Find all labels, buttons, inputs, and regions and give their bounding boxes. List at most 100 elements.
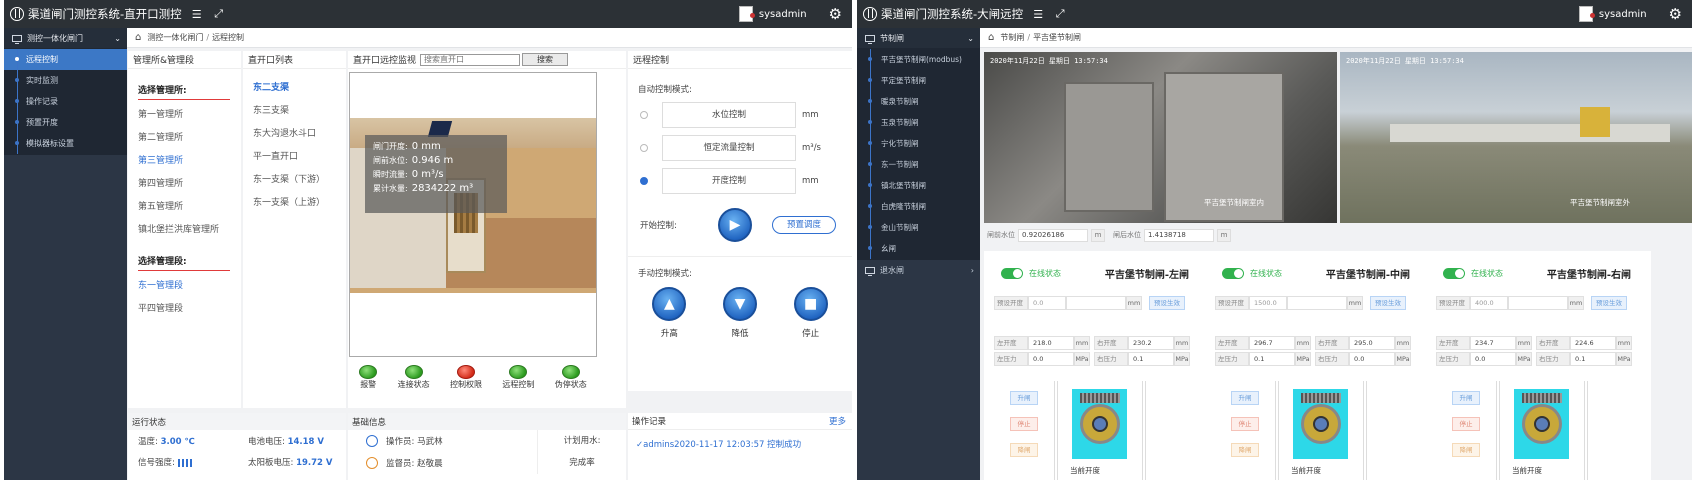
top-bar: 渠道闸门测控系统-大闸远控 ☰ ⤢ sysadmin ⚙ [857,0,1692,28]
supervisor-row: 监督员: 赵敬晨 [348,452,537,474]
preset-input[interactable] [1066,296,1126,310]
camera-indoor[interactable]: 2020年11月22日 星期日 13:57:34 平吉堡节制闸室内 [984,52,1337,223]
unit-label: mm [802,110,819,120]
mode-radio-level[interactable] [640,111,648,119]
sidebar-item-settings[interactable]: 模拟器标设置 [4,133,127,154]
camera-timestamp: 2020年11月22日 星期日 13:57:34 [1346,57,1464,65]
left-open-value: 234.7 [1470,336,1516,350]
lower-gate-button[interactable]: 降闸 [1010,443,1038,457]
camera-outdoor[interactable]: 2020年11月22日 星期日 13:57:34 平吉堡节制闸室外 [1340,52,1692,223]
management-segment-item[interactable]: 东一管理段 [128,275,241,298]
raise-gate-button[interactable]: 升闸 [1010,391,1038,405]
management-segment-item[interactable]: 平四管理段 [128,298,241,321]
sidebar-item-log[interactable]: 操作记录 [4,91,127,112]
stop-gate-button[interactable]: 停止 [1010,417,1038,431]
sidebar-group-drain[interactable]: 退水闸 › [857,260,980,280]
username[interactable]: sysadmin [1599,9,1647,20]
sidebar-item-gate[interactable]: 玉泉节制闸 [857,112,980,133]
sidebar-item-gate[interactable]: 白虎隆节制闸 [857,196,980,217]
online-toggle[interactable] [1443,267,1465,279]
stop-button[interactable]: ■ 停止 [793,287,828,339]
gate-list-item[interactable]: 东三支渠 [243,100,346,123]
sidebar-item-gate[interactable]: 宁化节制闸 [857,133,980,154]
stop-gate-button[interactable]: 停止 [1452,417,1480,431]
gate-list-item[interactable]: 东一支渠（下游） [243,169,346,192]
gate-panel: 在线状态 平吉堡节制闸-中闸 预设开度 1500.0 mm 预设生效 左开度 2… [1205,251,1430,480]
fullscreen-icon[interactable]: ⤢ [212,7,226,21]
breadcrumb-item[interactable]: 节制闸 [1000,32,1024,43]
mode-opening-button[interactable]: 开度控制 [662,168,796,194]
gate-list-item[interactable]: 东大沟退水斗口 [243,123,346,146]
management-office-item[interactable]: 第二管理所 [128,127,241,150]
raise-button[interactable]: ▲ 升高 [652,287,687,339]
management-office-item[interactable]: 第三管理所 [128,150,241,173]
preset-dispatch-button[interactable]: 预置调度 [772,216,836,234]
menu-toggle-icon[interactable]: ☰ [1031,8,1045,21]
start-control-button[interactable]: ▶ [718,208,752,242]
mode-water-level-button[interactable]: 水位控制 [662,102,796,128]
sidebar-group[interactable]: 节制闸 ⌄ [857,28,980,48]
gate-motor-graphic [1072,389,1127,459]
preset-apply-button[interactable]: 预设生效 [1149,296,1185,310]
sidebar-item-preset[interactable]: 预置开度 [4,112,127,133]
lower-button[interactable]: ▼ 降低 [722,287,757,339]
sidebar-item-realtime[interactable]: 实时监测 [4,70,127,91]
search-button[interactable]: 搜索 [522,53,569,66]
gate-control-app-a: 渠道闸门测控系统-直开口测控 ☰ ⤢ sysadmin ⚙ 测控一体化闸门 ⌄ … [4,0,852,480]
raise-gate-button[interactable]: 升闸 [1452,391,1480,405]
logo-icon [10,7,24,21]
mode-radio-flow[interactable] [640,144,648,152]
avatar[interactable] [738,6,755,22]
mode-radio-opening[interactable] [640,177,648,185]
gate-motor-graphic [1293,389,1348,459]
panel-title: 直开口列表 [243,51,346,69]
left-pressure-label: 左压力 [1215,352,1249,366]
mode-flow-button[interactable]: 恒定流量控制 [662,135,796,161]
home-icon[interactable]: ⌂ [988,32,994,43]
sidebar: 测控一体化闸门 ⌄ 远程控制 实时监测 操作记录 预置开度 模拟器标设置 [4,28,127,480]
preset-input[interactable] [1508,296,1568,310]
sidebar-item-gate[interactable]: 平定堡节制闸 [857,70,980,91]
menu-toggle-icon[interactable]: ☰ [190,8,204,21]
management-panel: 管理所&管理段 选择管理所: 第一管理所 第二管理所 第三管理所 第四管理所 第五管理所… [128,51,241,408]
preset-apply-button[interactable]: 预设生效 [1591,296,1627,310]
sidebar-group[interactable]: 测控一体化闸门 ⌄ [4,28,127,48]
plan-label: 计划用水: [563,436,601,446]
preset-input[interactable] [1287,296,1347,310]
fullscreen-icon[interactable]: ⤢ [1053,7,1067,21]
management-office-item[interactable]: 第五管理所 [128,196,241,219]
gate-list-item[interactable]: 平一直开口 [243,146,346,169]
sidebar-item-gate[interactable]: 平吉堡节制闸(modbus) [857,49,980,70]
gear-icon[interactable]: ⚙ [1669,5,1682,23]
sidebar-item-gate[interactable]: 暖泉节制闸 [857,91,980,112]
gate-list-item[interactable]: 东一支渠（上游） [243,192,346,215]
sidebar-item-gate[interactable]: 镇北堡节制闸 [857,175,980,196]
username[interactable]: sysadmin [759,9,807,20]
panel-title: 直开口远控监视 [353,56,417,66]
sidebar-item-remote-control[interactable]: 远程控制 [4,49,127,70]
rate-label: 完成率 [569,458,595,468]
management-office-item[interactable]: 镇北堡拦洪库管理所 [128,219,241,242]
sidebar-item-gate[interactable]: 东一节制闸 [857,154,980,175]
search-input[interactable] [420,53,521,66]
online-toggle[interactable] [1001,267,1023,279]
more-link[interactable]: 更多 [829,415,846,427]
log-entry[interactable]: ✓admins2020-11-17 12:03:57 控制成功 [628,430,852,450]
online-toggle[interactable] [1222,267,1244,279]
raise-gate-button[interactable]: 升闸 [1231,391,1259,405]
management-office-item[interactable]: 第一管理所 [128,104,241,127]
management-office-item[interactable]: 第四管理所 [128,173,241,196]
gate-title: 平吉堡节制闸-右闸 [1546,269,1631,281]
gear-icon[interactable]: ⚙ [829,5,842,23]
gate-list-item[interactable]: 东二支渠 [243,77,346,100]
lower-gate-button[interactable]: 降闸 [1452,443,1480,457]
breadcrumb-item[interactable]: 测控一体化闸门 [147,32,203,43]
preset-apply-button[interactable]: 预设生效 [1370,296,1406,310]
status-light-permission: 控制权限 [450,362,482,390]
lower-gate-button[interactable]: 降闸 [1231,443,1259,457]
sidebar-item-gate[interactable]: 金山节制闸 [857,217,980,238]
home-icon[interactable]: ⌂ [135,32,141,43]
sidebar-item-gate[interactable]: 幺闸 [857,238,980,259]
stop-gate-button[interactable]: 停止 [1231,417,1259,431]
avatar[interactable] [1578,6,1595,22]
